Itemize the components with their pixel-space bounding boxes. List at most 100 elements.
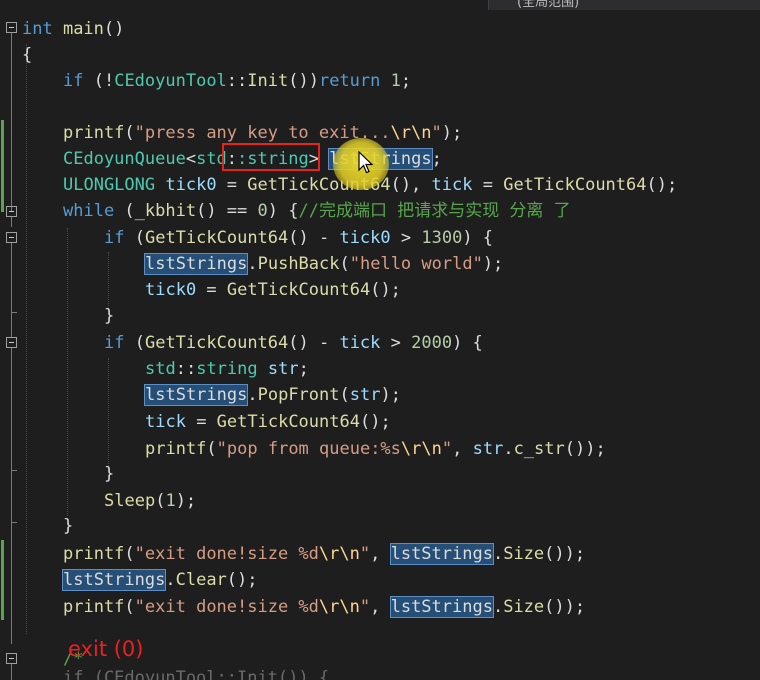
code-token: . [247,254,258,274]
fold-collapse-icon[interactable] [6,206,17,217]
fold-line [11,664,12,680]
code-token: PopFront [257,385,340,405]
code-token: ()); [564,439,606,459]
highlighted-identifier[interactable]: lstStrings [143,384,249,406]
code-line[interactable]: } [63,513,73,539]
fold-collapse-icon[interactable] [6,653,17,664]
highlighted-identifier[interactable]: lstStrings [389,543,494,565]
code-token: (); [646,175,678,195]
fold-collapse-icon[interactable] [6,337,17,348]
code-token: ( [124,228,145,248]
code-token: , [370,597,391,617]
fold-line [11,217,12,227]
code-token: if [104,228,125,248]
code-token: < [185,149,197,169]
highlighted-identifier[interactable]: lstStrings [389,596,494,618]
highlighted-identifier[interactable]: lstStrings [143,253,249,275]
code-editor[interactable]: (全局范围) int main() { if (!CEdoyunTool::In… [0,0,760,680]
code-token: ()) [288,71,319,91]
code-token: Init [247,71,289,91]
code-token: tick [145,412,186,432]
fold-line [11,348,12,644]
code-token: = [185,412,217,432]
code-token: Clear [175,570,227,590]
code-token: :: [226,71,248,91]
code-token: " [359,544,371,564]
code-token: ( [124,123,135,143]
code-token: " [441,439,453,459]
code-token: \r\n [390,123,432,143]
code-token: } [104,306,115,326]
code-token: Size [503,544,545,564]
code-token: . [492,544,504,564]
code-token: \r\n [318,597,360,617]
code-token: 1 [390,71,401,91]
change-marker [1,120,4,212]
code-token: ()); [544,597,586,617]
code-line[interactable]: Sleep(1); [104,488,196,514]
indent-guide [26,44,27,634]
indent-guide [108,358,109,470]
fold-end-tick [11,312,17,313]
code-token: ; [400,71,412,91]
code-line[interactable]: tick = GetTickCount64(); [145,409,391,435]
code-line[interactable]: printf("exit done!size %d\r\n", lstStrin… [63,594,585,620]
code-token: (); [359,412,391,432]
code-line[interactable]: printf("pop from queue:%s\r\n", str.c_st… [145,436,606,462]
code-line[interactable]: lstStrings.Clear(); [61,567,258,593]
code-token: () [103,19,125,39]
highlighted-identifier[interactable]: lstStrings [61,569,167,591]
code-line[interactable]: std::string str; [145,356,309,382]
code-token: ( [114,201,135,221]
code-line[interactable]: { [22,42,32,68]
code-token: ) { [452,333,483,353]
code-line[interactable]: lstStrings.PushBack("hello world"); [143,251,503,277]
code-line[interactable]: tick0 = GetTickCount64(); [145,277,401,303]
code-token: ULONGLONG [63,175,156,195]
code-line[interactable]: } [104,303,114,329]
code-token: str [472,439,504,459]
code-token: " [359,597,371,617]
code-token: tick [431,175,473,195]
code-line[interactable]: if (GetTickCount64() - tick > 2000) { [104,330,483,356]
code-token: :: [175,359,197,379]
code-token: ); [175,491,197,511]
code-line[interactable]: } [104,461,114,487]
code-line[interactable]: if (!CEdoyunTool::Init())return 1; [63,68,411,94]
code-token: tick0 [145,280,197,300]
fold-line [11,33,12,212]
code-token: GetTickCount64 [144,228,289,248]
code-token: printf [63,123,125,143]
code-token: ); [380,385,401,405]
code-line[interactable]: while (_kbhit() == 0) {//完成端口 把请求与实现 分离 … [63,198,571,224]
code-token: ); [441,123,463,143]
change-marker [1,540,4,620]
code-token: = [472,175,504,195]
handwritten-annotation: exit (0) [68,637,144,661]
code-line[interactable]: lstStrings.PopFront(str); [143,382,401,408]
code-token: { [22,45,33,65]
fold-collapse-icon[interactable] [6,232,17,243]
code-token: 1300 [421,228,463,248]
fold-line [11,243,12,337]
code-token: } [63,516,74,536]
code-token: str [349,385,381,405]
fold-collapse-icon[interactable] [6,22,17,33]
scope-dropdown[interactable]: (全局范围) [488,0,760,10]
code-token: _kbhit [134,201,197,221]
code-line[interactable]: if (GetTickCount64() - tick0 > 1300) { [104,225,493,251]
code-token: PushBack [257,254,340,274]
fold-end-tick [11,522,17,523]
code-line[interactable]: int main() [22,16,124,42]
code-token: c_str [513,439,565,459]
code-token: , [452,439,473,459]
code-token: GetTickCount64 [216,412,360,432]
code-line[interactable]: printf("exit done!size %d\r\n", lstStrin… [63,541,585,567]
code-token: > [380,333,412,353]
code-token: ; [431,149,442,169]
code-token: return [318,71,381,91]
code-token: "pop from queue:%s [216,439,401,459]
